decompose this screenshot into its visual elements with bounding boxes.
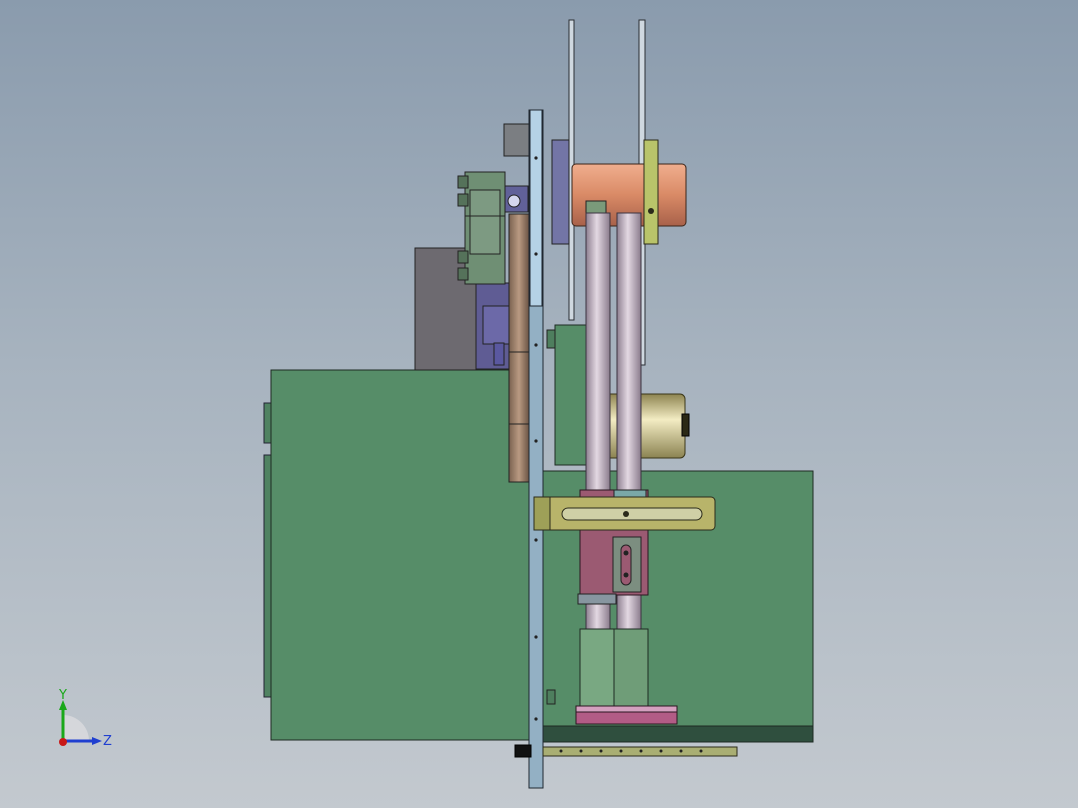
top-block[interactable] — [503, 123, 531, 157]
threaded-rod[interactable] — [542, 746, 738, 757]
mounting-plate[interactable] — [528, 109, 544, 789]
bottom-connector[interactable] — [514, 744, 532, 758]
slotted-bracket[interactable] — [533, 496, 716, 531]
triad-y-label: Y — [58, 688, 67, 703]
triad-z-label: Z — [103, 734, 112, 749]
drive-disc[interactable] — [551, 139, 570, 245]
coordinate-triad: Y Z — [58, 688, 112, 749]
cad-viewport[interactable]: Y Z — [0, 0, 1078, 808]
pneumatic-fitting[interactable] — [457, 171, 506, 285]
purple-cylinder-body[interactable] — [475, 282, 511, 370]
left-housing[interactable] — [263, 369, 530, 741]
brown-guide-rod[interactable] — [508, 213, 530, 483]
